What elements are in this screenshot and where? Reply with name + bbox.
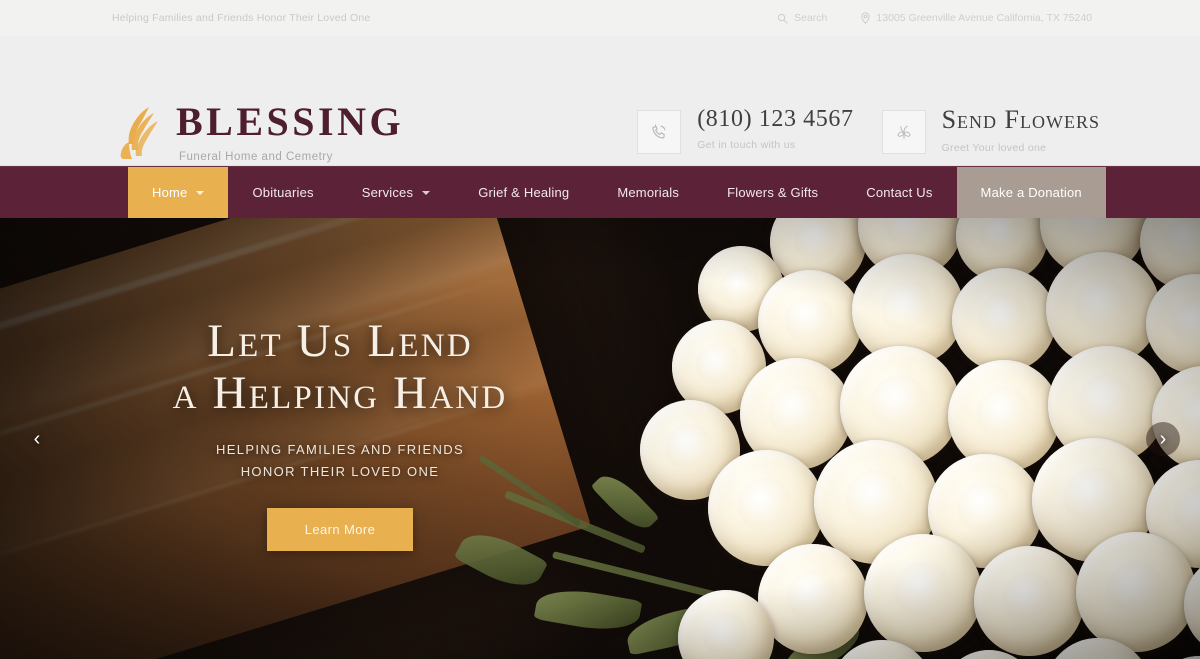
top-tagline: Helping Families and Friends Honor Their… [112,12,371,24]
dove-wing-icon [118,104,160,160]
nav-label-contact-us: Contact Us [866,185,933,200]
chevron-right-icon: › [1159,427,1167,450]
nav-label-flowers-gifts: Flowers & Gifts [727,185,819,200]
funeral-home-website: Helping Families and Friends Honor Their… [0,0,1200,659]
carousel-next-button[interactable]: › [1146,421,1180,456]
nav-item-obituaries[interactable]: Obituaries [228,167,337,218]
nav-label-services: Services [361,185,414,200]
hero-heading: Let Us Lend a Helping Hand [172,314,508,419]
nav-item-grief-healing[interactable]: Grief & Healing [454,167,593,218]
phone-block[interactable]: (810) 123 4567 Get in touch with us [637,106,853,154]
chevron-down-icon [422,190,431,195]
hero-carousel: Let Us Lend a Helping Hand HELPING FAMIL… [0,218,1200,659]
top-bar-right-group: Search 13005 Greenville Avenue Californi… [777,0,1092,36]
brand-text-group: BLESSING Funeral Home and Cemetry [176,99,405,164]
nav-label-home: Home [152,185,188,200]
nav-item-memorials[interactable]: Memorials [593,167,703,218]
site-header: BLESSING Funeral Home and Cemetry (810) … [0,36,1200,166]
nav-item-flowers-gifts[interactable]: Flowers & Gifts [703,167,842,218]
phone-icon [637,110,682,154]
carousel-prev-button[interactable]: ‹ [20,422,54,456]
map-pin-icon [861,12,871,24]
brand-name: BLESSING [176,99,405,144]
nav-item-contact-us[interactable]: Contact Us [842,167,956,218]
chevron-down-icon [196,190,205,195]
send-flowers-title: Send Flowers [941,105,1100,134]
search-icon [777,13,788,24]
hero-content: Let Us Lend a Helping Hand HELPING FAMIL… [0,218,680,659]
address-text: 13005 Greenville Avenue California, TX 7… [876,12,1092,24]
nav-item-home[interactable]: Home [128,167,229,218]
nav-item-services[interactable]: Services [338,167,454,218]
flower-icon [881,110,926,154]
phone-caption: Get in touch with us [697,139,796,152]
make-a-donation-button[interactable]: Make a Donation [956,167,1106,218]
learn-more-button[interactable]: Learn More [266,508,414,552]
send-flowers-block[interactable]: Send Flowers Greet Your loved one [881,105,1100,154]
chevron-left-icon: ‹ [33,427,41,450]
header-contact-group: (810) 123 4567 Get in touch with us Send… [637,105,1100,154]
hero-subtitle-line2: HONOR THEIR LOVED ONE [240,463,440,479]
hero-heading-line2: a Helping Hand [172,366,508,419]
brand-tagline: Funeral Home and Cemetry [179,151,333,163]
search-control[interactable]: Search [777,12,827,24]
nav-label-obituaries: Obituaries [252,185,314,200]
nav-label-grief-healing: Grief & Healing [478,185,570,200]
nav-label-memorials: Memorials [617,185,680,200]
hero-subtitle: HELPING FAMILIES AND FRIENDS HONOR THEIR… [216,439,464,482]
brand-logo[interactable]: BLESSING Funeral Home and Cemetry [118,100,404,163]
search-label: Search [794,12,828,24]
hero-heading-line1: Let Us Lend [207,314,473,367]
phone-text-group: (810) 123 4567 Get in touch with us [697,106,853,151]
address-block: 13005 Greenville Avenue California, TX 7… [861,12,1092,24]
nav-label-donation: Make a Donation [980,185,1082,200]
hero-subtitle-line1: HELPING FAMILIES AND FRIENDS [215,442,464,458]
send-flowers-caption: Greet Your loved one [941,141,1047,154]
top-utility-bar: Helping Families and Friends Honor Their… [0,0,1200,36]
main-navigation: Home Obituaries Services Grief & Healing… [0,166,1200,218]
flowers-text-group: Send Flowers Greet Your loved one [941,105,1100,154]
phone-number: (810) 123 4567 [697,106,854,132]
